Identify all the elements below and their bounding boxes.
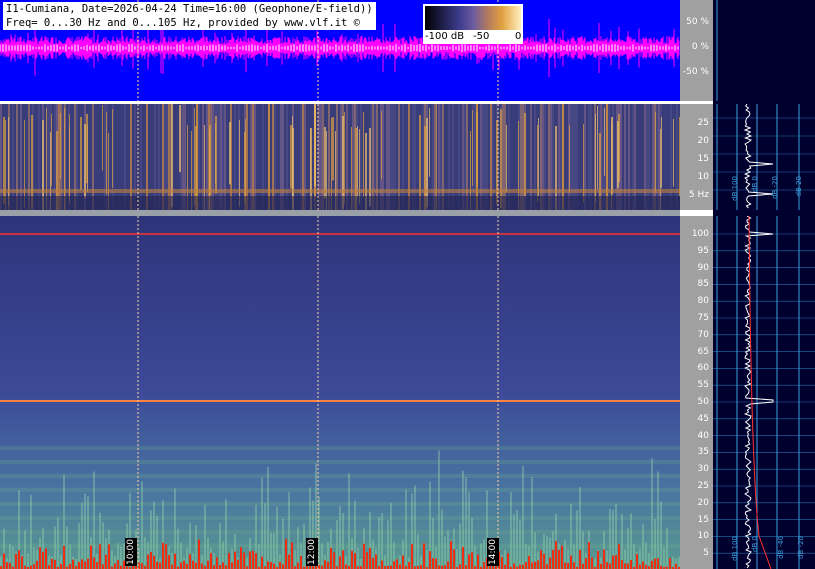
high-tick-40: 40: [697, 430, 709, 441]
time-marker-14: 14:00: [487, 538, 499, 566]
spectrogram-high-image: [0, 216, 680, 569]
spectrogram-low-image: [0, 104, 680, 210]
profile-high-label-0: dB 0: [751, 536, 759, 552]
freq-line: Freq= 0...30 Hz and 0...105 Hz, provided…: [6, 17, 361, 29]
high-tick-70: 70: [697, 329, 709, 340]
colorbar: -100 dB -50 0: [423, 4, 523, 44]
high-tick-25: 25: [697, 481, 709, 491]
profile-high-plot: [713, 216, 815, 569]
wave-tick-neg50: -50 %: [682, 67, 709, 77]
profile-low-label-0: dB 0: [751, 176, 759, 192]
high-tick-90: 90: [697, 262, 709, 273]
high-tick-50: 50: [697, 397, 709, 407]
wave-tick-50: 50 %: [686, 17, 709, 27]
low-tick-20: 20: [697, 136, 709, 146]
profile-low: dB 100 dB 0 dB -20 dB 20: [713, 104, 815, 210]
high-tick-10: 10: [697, 531, 709, 542]
high-tick-20: 20: [697, 497, 709, 508]
high-tick-80: 80: [697, 296, 709, 307]
profile-high-label-neg40: dB -40: [777, 536, 785, 559]
low-tick-5hz: 5 Hz: [688, 190, 709, 200]
waveform-axis: 50 % 0 % -50 %: [680, 0, 713, 101]
spectrogram-low: [0, 104, 680, 210]
high-tick-55: 55: [697, 380, 709, 391]
wave-tick-0: 0 %: [691, 42, 709, 52]
high-tick-95: 95: [697, 245, 709, 256]
high-tick-5: 5: [703, 548, 709, 559]
colorbar-label-min: -100 dB: [425, 31, 465, 42]
profile-high-label-neg20: dB -20: [797, 536, 805, 559]
spectrogram-high: 10:00 12:00 14:00: [0, 216, 680, 569]
high-tick-65: 65: [697, 346, 709, 357]
high-tick-15: 15: [697, 514, 709, 525]
profile-low-label-20: dB 20: [795, 176, 803, 197]
profile-low-label-neg20: dB -20: [771, 176, 779, 199]
colorbar-gradient: [425, 6, 521, 30]
profile-high: dB 100 dB 0 dB -40 dB -20: [713, 216, 815, 569]
high-tick-30: 30: [697, 464, 709, 475]
colorbar-label-max: 0: [515, 31, 522, 42]
colorbar-label-mid: -50: [473, 31, 490, 42]
low-tick-10: 10: [697, 172, 709, 182]
low-tick-25: 25: [697, 118, 709, 128]
high-tick-45: 45: [697, 413, 709, 424]
high-tick-35: 35: [697, 447, 709, 458]
top-right-blank: [713, 0, 815, 101]
low-tick-15: 15: [697, 154, 709, 164]
spectrogram-high-axis: 100 95 90 85 80 75 70 65 60 55 50 45 40 35 30 25 20 15 10 5: [680, 216, 713, 569]
profile-low-label-100: dB 100: [731, 176, 739, 201]
high-tick-75: 75: [697, 313, 709, 323]
high-tick-85: 85: [697, 279, 709, 290]
time-marker-10: 10:00: [125, 538, 137, 566]
header-title-box: I1-Cumiana, Date=2026-04-24 Time=16:00 (…: [3, 2, 376, 30]
high-tick-60: 60: [697, 363, 709, 374]
high-tick-100: 100: [691, 229, 709, 239]
title-line: I1-Cumiana, Date=2026-04-24 Time=16:00 (…: [6, 3, 373, 15]
spectrogram-low-axis: 25 20 15 10 5 Hz: [680, 104, 713, 210]
time-marker-12: 12:00: [306, 538, 318, 566]
profile-high-label-100: dB 100: [731, 536, 739, 561]
